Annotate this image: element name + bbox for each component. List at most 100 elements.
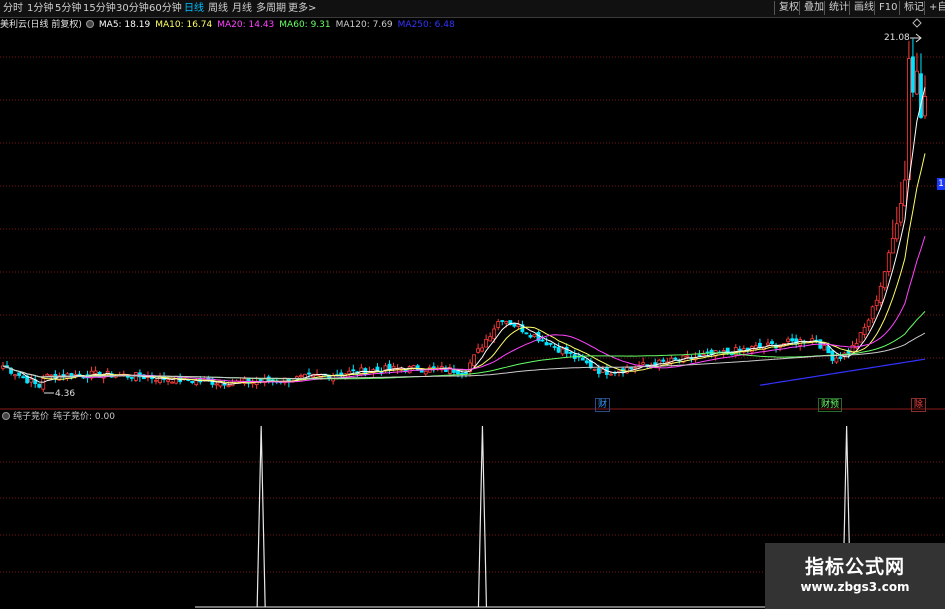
- candle-up: [29, 378, 34, 383]
- candlestick-chart[interactable]: [0, 0, 945, 609]
- candle-up: [49, 374, 54, 377]
- candle-up: [170, 381, 175, 384]
- candle-down: [190, 381, 195, 383]
- candle-down: [37, 383, 42, 388]
- watermark-title: 指标公式网: [804, 556, 905, 578]
- candle-down: [770, 341, 774, 345]
- candle-up: [391, 365, 396, 369]
- candle-up: [878, 285, 883, 303]
- candle-down: [129, 377, 134, 379]
- candle-up: [560, 348, 565, 355]
- candle-down: [351, 369, 356, 372]
- diamond-icon: [912, 18, 922, 28]
- candle-up: [347, 370, 352, 375]
- indicator-value: 纯子竞价: 0.00: [53, 412, 115, 422]
- candle-down: [556, 347, 561, 353]
- candle-down: [544, 342, 549, 346]
- candle-down: [387, 363, 392, 370]
- candle-up: [906, 58, 911, 180]
- indicator-legend: 纯子竞价 纯子竞价: 0.00: [0, 410, 600, 424]
- candle-down: [919, 73, 923, 118]
- candle-up: [798, 339, 803, 346]
- candle-up: [609, 373, 613, 376]
- indicator-spike: [256, 425, 266, 608]
- candle-up: [874, 299, 879, 306]
- candle-down: [580, 357, 585, 361]
- candle-down: [524, 332, 529, 335]
- candle-down: [431, 366, 436, 369]
- event-tag-exdividend[interactable]: 除: [911, 398, 927, 412]
- candle-up: [133, 372, 138, 381]
- candle-down: [548, 342, 553, 345]
- watermark-logo: 指标公式网 www.zbgs3.com: [765, 543, 945, 609]
- candle-down: [661, 359, 666, 362]
- candle-up: [93, 370, 98, 374]
- right-edge-marker[interactable]: 1: [937, 178, 945, 190]
- candle-down: [596, 368, 601, 374]
- low-price-label: 4.36: [55, 389, 76, 399]
- candle-down: [17, 372, 22, 376]
- candle-up: [423, 370, 428, 375]
- candle-up: [480, 347, 485, 352]
- candle-up: [685, 355, 690, 358]
- ma20-line: [2, 235, 926, 383]
- candle-up: [214, 383, 219, 386]
- candle-up: [786, 338, 791, 343]
- candle-up: [862, 326, 867, 335]
- candle-up: [13, 374, 17, 377]
- indicator-spike: [477, 425, 488, 608]
- ma250-line: [759, 358, 926, 386]
- candle-down: [838, 356, 843, 359]
- candle-down: [500, 320, 505, 322]
- high-price-label: 21.08: [884, 33, 910, 43]
- candle-up: [532, 334, 537, 338]
- candle-up: [226, 385, 231, 388]
- watermark-url: www.zbgs3.com: [800, 580, 910, 594]
- candle-up: [898, 203, 903, 223]
- candle-up: [299, 375, 303, 377]
- candle-down: [790, 338, 795, 342]
- indicator-gear-icon[interactable]: [2, 412, 10, 420]
- candle-down: [697, 354, 702, 357]
- candle-up: [701, 353, 706, 356]
- candle-down: [911, 56, 915, 93]
- event-tag-forecast[interactable]: 财预: [818, 398, 843, 412]
- candle-up: [866, 319, 871, 327]
- candle-up: [822, 345, 827, 351]
- candle-up: [41, 378, 46, 390]
- indicator-name: 纯子竞价: [13, 412, 50, 422]
- candle-up: [516, 324, 521, 328]
- candle-up: [882, 271, 887, 289]
- candle-up: [870, 306, 875, 320]
- candle-up: [166, 379, 170, 382]
- candle-up: [834, 357, 839, 363]
- candle-up: [890, 237, 895, 254]
- candle-down: [528, 335, 533, 338]
- candle-down: [568, 351, 573, 354]
- candle-up: [476, 348, 480, 353]
- candle-down: [375, 366, 380, 371]
- candle-up: [601, 368, 605, 373]
- candle-down: [307, 372, 311, 375]
- candle-down: [21, 376, 26, 379]
- candle-down: [125, 375, 130, 378]
- candle-up: [902, 179, 907, 207]
- candle-up: [915, 70, 919, 95]
- candle-up: [484, 338, 489, 348]
- candle-up: [472, 354, 476, 366]
- candle-up: [858, 332, 863, 343]
- candle-down: [512, 323, 517, 327]
- candle-down: [758, 342, 762, 348]
- candle-down: [629, 367, 633, 370]
- candle-down: [552, 346, 557, 348]
- candle-up: [886, 252, 891, 272]
- candle-up: [894, 223, 899, 240]
- candle-up: [496, 321, 501, 328]
- candle-down: [584, 360, 589, 364]
- candle-down: [737, 348, 742, 351]
- candle-up: [488, 336, 493, 342]
- candle-up: [492, 328, 497, 340]
- candle-up: [504, 321, 509, 324]
- candle-up: [641, 362, 646, 365]
- candle-down: [540, 339, 545, 342]
